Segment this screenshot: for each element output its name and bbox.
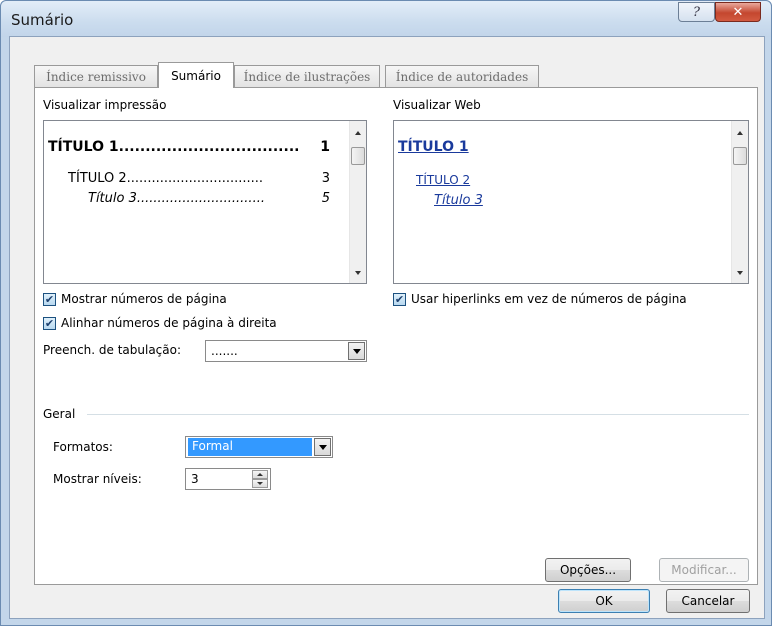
checkmark-icon[interactable]: ✔ [393, 292, 406, 306]
dropdown-button[interactable] [348, 342, 365, 360]
print-preview-label: Visualizar impressão [43, 98, 167, 112]
entry-leader: ............................... [136, 191, 265, 206]
levels-spinner[interactable]: 3 [185, 468, 271, 490]
dialog-client-area: Índice remissivo Sumário Índice de ilust… [9, 36, 765, 619]
entry-text: Título 3 [88, 191, 137, 206]
web-preview-box[interactable]: TÍTULO 1 TÍTULO 2 Título 3 [393, 120, 749, 284]
help-button[interactable]: ? [678, 2, 715, 22]
tab-indice-ilustracoes[interactable]: Índice de ilustrações [234, 65, 380, 87]
tab-sumario[interactable]: Sumário [158, 62, 234, 88]
dialog-window: Sumário ? ✕ Índice remissivo Sumário Índ… [0, 0, 772, 626]
scroll-up-icon[interactable] [737, 131, 743, 135]
entry-text: TÍTULO 2 [68, 171, 127, 186]
scroll-thumb[interactable] [351, 147, 365, 165]
spin-up-icon [257, 473, 263, 476]
ok-button-label: OK [595, 594, 613, 608]
web-entry-2[interactable]: TÍTULO 2 [416, 173, 470, 187]
web-preview-scrollbar[interactable] [731, 121, 748, 283]
checkbox-label: Usar hiperlinks em vez de números de pág… [411, 292, 687, 306]
levels-value: 3 [191, 472, 199, 486]
scroll-down-icon[interactable] [737, 271, 743, 275]
ok-button[interactable]: OK [558, 589, 650, 613]
spin-up-button[interactable] [252, 470, 268, 479]
print-preview-scrollbar[interactable] [349, 121, 366, 283]
chevron-down-icon [318, 444, 327, 450]
tab-leader-value: ....... [211, 344, 238, 358]
formats-select[interactable]: Formal [185, 436, 333, 458]
help-icon: ? [693, 4, 700, 20]
tab-label: Índice de autoridades [395, 69, 529, 84]
dropdown-button[interactable] [314, 438, 331, 456]
tab-label: Sumário [171, 68, 221, 83]
right-align-checkbox[interactable]: ✔ Alinhar números de página à direita [43, 316, 277, 330]
entry-page: 3 [321, 171, 330, 186]
print-entry-2: TÍTULO 2................................… [68, 171, 330, 186]
show-page-numbers-checkbox[interactable]: ✔ Mostrar números de página [43, 292, 227, 306]
column-divider [379, 98, 380, 403]
tab-label: Índice remissivo [46, 69, 146, 84]
modify-button[interactable]: Modificar... [659, 558, 749, 582]
print-entry-1: TÍTULO 1................................… [48, 139, 330, 155]
general-group-label: Geral [43, 407, 76, 421]
close-button[interactable]: ✕ [715, 2, 761, 22]
checkmark-icon[interactable]: ✔ [43, 292, 56, 306]
entry-leader: .................................. [118, 139, 300, 155]
use-hyperlinks-checkbox[interactable]: ✔ Usar hiperlinks em vez de números de p… [393, 292, 687, 306]
web-entry-3[interactable]: Título 3 [434, 193, 483, 208]
print-entry-3: Título 3............................... … [88, 191, 330, 206]
tab-panel: Visualizar impressão TÍTULO 1...........… [34, 87, 758, 585]
tab-label: Índice de ilustrações [243, 69, 371, 84]
scroll-up-icon[interactable] [355, 131, 361, 135]
window-title: Sumário [11, 11, 74, 29]
scroll-thumb[interactable] [733, 147, 747, 165]
entry-text: TÍTULO 1 [48, 139, 119, 155]
options-button-label: Opções... [559, 563, 617, 577]
cancel-button-label: Cancelar [681, 594, 735, 608]
formats-label: Formatos: [53, 440, 113, 454]
options-button[interactable]: Opções... [545, 558, 631, 582]
tab-indice-remissivo[interactable]: Índice remissivo [34, 65, 158, 87]
web-entry-1[interactable]: TÍTULO 1 [398, 139, 469, 155]
group-separator [87, 414, 749, 415]
checkbox-label: Alinhar números de página à direita [61, 316, 277, 330]
tab-leader-select[interactable]: ....... [205, 340, 367, 362]
checkmark-icon[interactable]: ✔ [43, 316, 56, 330]
formats-value: Formal [188, 438, 312, 456]
spin-down-icon [257, 482, 263, 485]
tab-indice-autoridades[interactable]: Índice de autoridades [385, 65, 539, 87]
close-icon: ✕ [732, 4, 744, 20]
levels-label: Mostrar níveis: [53, 472, 142, 486]
cancel-button[interactable]: Cancelar [666, 589, 750, 613]
scroll-down-icon[interactable] [355, 271, 361, 275]
entry-page: 1 [320, 139, 330, 155]
print-preview-box[interactable]: TÍTULO 1................................… [43, 120, 367, 284]
spin-down-button[interactable] [252, 479, 268, 488]
tab-leader-label: Preench. de tabulação: [43, 343, 182, 357]
title-bar[interactable]: Sumário ? ✕ [1, 1, 771, 37]
web-preview-label: Visualizar Web [393, 98, 481, 112]
checkbox-label: Mostrar números de página [61, 292, 227, 306]
modify-button-label: Modificar... [671, 563, 737, 577]
entry-page: 5 [321, 191, 330, 206]
entry-leader: ................................. [126, 171, 264, 186]
chevron-down-icon [352, 348, 361, 354]
